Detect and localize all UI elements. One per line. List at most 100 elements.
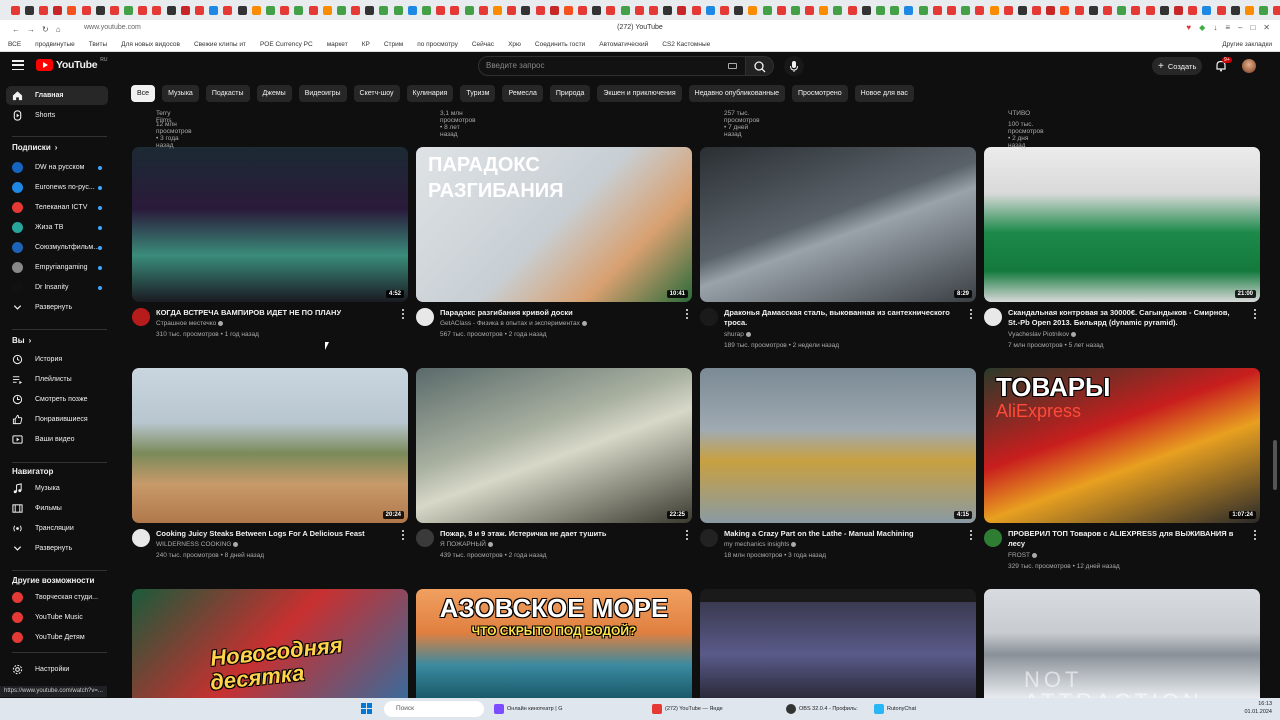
browser-tab[interactable] (365, 5, 375, 15)
browser-tab[interactable] (705, 5, 715, 15)
bookmark-item[interactable]: CS2 Кастомные (662, 41, 710, 48)
browser-tab[interactable] (1060, 5, 1070, 15)
browser-tab[interactable] (876, 5, 886, 15)
minimize-icon[interactable]: – (1238, 23, 1242, 32)
more-actions-icon[interactable] (685, 309, 688, 319)
browser-tab[interactable] (989, 5, 999, 15)
browser-tab[interactable] (478, 5, 488, 15)
bookmark-item[interactable]: ВСЕ (8, 41, 21, 48)
browser-tab[interactable] (251, 5, 261, 15)
sidebar-item[interactable]: Жиза ТВ (6, 218, 108, 237)
more-actions-icon[interactable] (1253, 309, 1256, 319)
browser-tab[interactable] (10, 5, 20, 15)
channel-avatar[interactable] (700, 529, 718, 547)
sidebar-item[interactable]: Dr Insanity (6, 278, 108, 297)
bookmark-item[interactable]: Свежие клипы ит (194, 41, 246, 48)
taskbar-search[interactable]: Поиск (384, 701, 484, 717)
browser-tab[interactable] (294, 5, 304, 15)
video-title[interactable]: Парадокс разгибания кривой доски (440, 308, 680, 318)
channel-name[interactable]: Vyacheslav Piotnikov (1008, 331, 1077, 338)
sidebar-item[interactable]: Empyriangaming (6, 258, 108, 277)
sidebar-item[interactable]: Главная (6, 86, 108, 105)
sidebar-item[interactable]: Понравившиеся (6, 410, 108, 429)
video-title[interactable]: ПРОВЕРИЛ ТОП Товаров с ALIEXPRESS для ВЫ… (1008, 529, 1248, 549)
browser-tab[interactable] (450, 5, 460, 15)
sidebar-item[interactable]: Трансляции (6, 519, 108, 538)
browser-tab[interactable] (833, 5, 843, 15)
channel-name[interactable]: Я ПОЖАРНЫЙ (440, 541, 493, 548)
chip-4[interactable]: Видеоигры (298, 85, 347, 102)
sidebar-item[interactable]: YouTube Детям (6, 628, 108, 647)
video-title[interactable]: Пожар, 8 и 9 этаж. Истеричка не дает туш… (440, 529, 680, 539)
menu-icon[interactable]: ≡ (1225, 23, 1230, 32)
more-actions-icon[interactable] (969, 309, 972, 319)
bookmark-item[interactable]: Хрю (508, 41, 521, 48)
video-thumbnail[interactable]: Новогодняя десятка (132, 589, 408, 698)
browser-tab[interactable] (819, 5, 829, 15)
browser-tab[interactable] (81, 5, 91, 15)
browser-tab[interactable] (1259, 5, 1269, 15)
video-thumbnail[interactable]: 8:29 (700, 147, 976, 302)
browser-tab[interactable] (861, 5, 871, 15)
browser-tab[interactable] (24, 5, 34, 15)
channel-name[interactable]: FROST (1008, 552, 1038, 559)
browser-tab[interactable] (393, 5, 403, 15)
download-icon[interactable]: ↓ (1213, 23, 1217, 32)
sidebar-section-title[interactable]: Другие возможности (12, 576, 94, 585)
other-bookmarks[interactable]: Другие закладки (1222, 41, 1272, 48)
close-icon[interactable]: ✕ (1263, 23, 1270, 32)
browser-tab[interactable] (138, 5, 148, 15)
sidebar-item[interactable]: Телеканал ICTV (6, 198, 108, 217)
browser-tab[interactable] (521, 5, 531, 15)
hamburger-menu-icon[interactable] (12, 60, 24, 70)
video-title[interactable]: КОГДА ВСТРЕЧА ВАМПИРОВ ИДЕТ НЕ ПО ПЛАНУ (156, 308, 396, 318)
bookmark-item[interactable]: Стрим (384, 41, 403, 48)
taskbar-app-youtube[interactable]: (272) YouTube — Янде (652, 702, 723, 716)
more-actions-icon[interactable] (1253, 530, 1256, 540)
chip-9[interactable]: Природа (549, 85, 591, 102)
video-thumbnail[interactable]: 21:00 (984, 147, 1260, 302)
system-clock[interactable]: 16:13 01.01.2024 (1244, 700, 1272, 716)
sidebar-item[interactable]: Смотреть позже (6, 390, 108, 409)
channel-name[interactable]: shurap (724, 331, 751, 338)
browser-tab[interactable] (237, 5, 247, 15)
sidebar-item[interactable]: Творческая студи... (6, 588, 108, 607)
channel-avatar[interactable] (984, 529, 1002, 547)
browser-tab[interactable] (734, 5, 744, 15)
more-actions-icon[interactable] (401, 530, 404, 540)
chip-5[interactable]: Скетч-шоу (353, 85, 400, 102)
sidebar-item[interactable]: Плейлисты (6, 370, 108, 389)
browser-tab[interactable] (1216, 5, 1226, 15)
browser-tab[interactable] (407, 5, 417, 15)
browser-tab[interactable] (975, 5, 985, 15)
video-thumbnail[interactable] (700, 589, 976, 698)
video-thumbnail[interactable]: ТОВАРЫ AliExpress 1:07:24 (984, 368, 1260, 523)
voice-search-button[interactable] (784, 56, 804, 76)
channel-name[interactable]: GetAClass - Физика в опытах и эксперимен… (440, 320, 587, 327)
bookmark-item[interactable]: Твиты (89, 41, 107, 48)
sidebar-item[interactable]: Ваши видео (6, 430, 108, 449)
video-title[interactable]: Cooking Juicy Steaks Between Logs For A … (156, 529, 396, 539)
page-scrollbar[interactable] (1273, 440, 1277, 490)
browser-tab[interactable] (1117, 5, 1127, 15)
browser-tab[interactable] (1202, 5, 1212, 15)
channel-avatar[interactable] (416, 308, 434, 326)
browser-tab[interactable] (280, 5, 290, 15)
browser-tab[interactable] (535, 5, 545, 15)
browser-tab[interactable] (578, 5, 588, 15)
sidebar-item[interactable]: Развернуть (6, 298, 108, 317)
browser-tab[interactable] (1074, 5, 1084, 15)
browser-tab[interactable] (180, 5, 190, 15)
chip-0[interactable]: Все (131, 85, 156, 102)
video-thumbnail[interactable]: АЗОВСКОЕ МОРЕ ЧТО СКРЫТО ПОД ВОДОЙ? (416, 589, 692, 698)
browser-tab[interactable] (847, 5, 857, 15)
chip-10[interactable]: Экшен и приключения (597, 85, 682, 102)
channel-name[interactable]: my mechanics insights (724, 541, 797, 548)
video-thumbnail[interactable]: 20:24 (132, 368, 408, 523)
bookmark-item[interactable]: продвинутые (35, 41, 75, 48)
sidebar-item[interactable]: Shorts (6, 106, 108, 125)
browser-tab[interactable] (336, 5, 346, 15)
chip-11[interactable]: Недавно опубликованные (688, 85, 786, 102)
search-button[interactable] (746, 56, 774, 76)
browser-tab[interactable] (1017, 5, 1027, 15)
